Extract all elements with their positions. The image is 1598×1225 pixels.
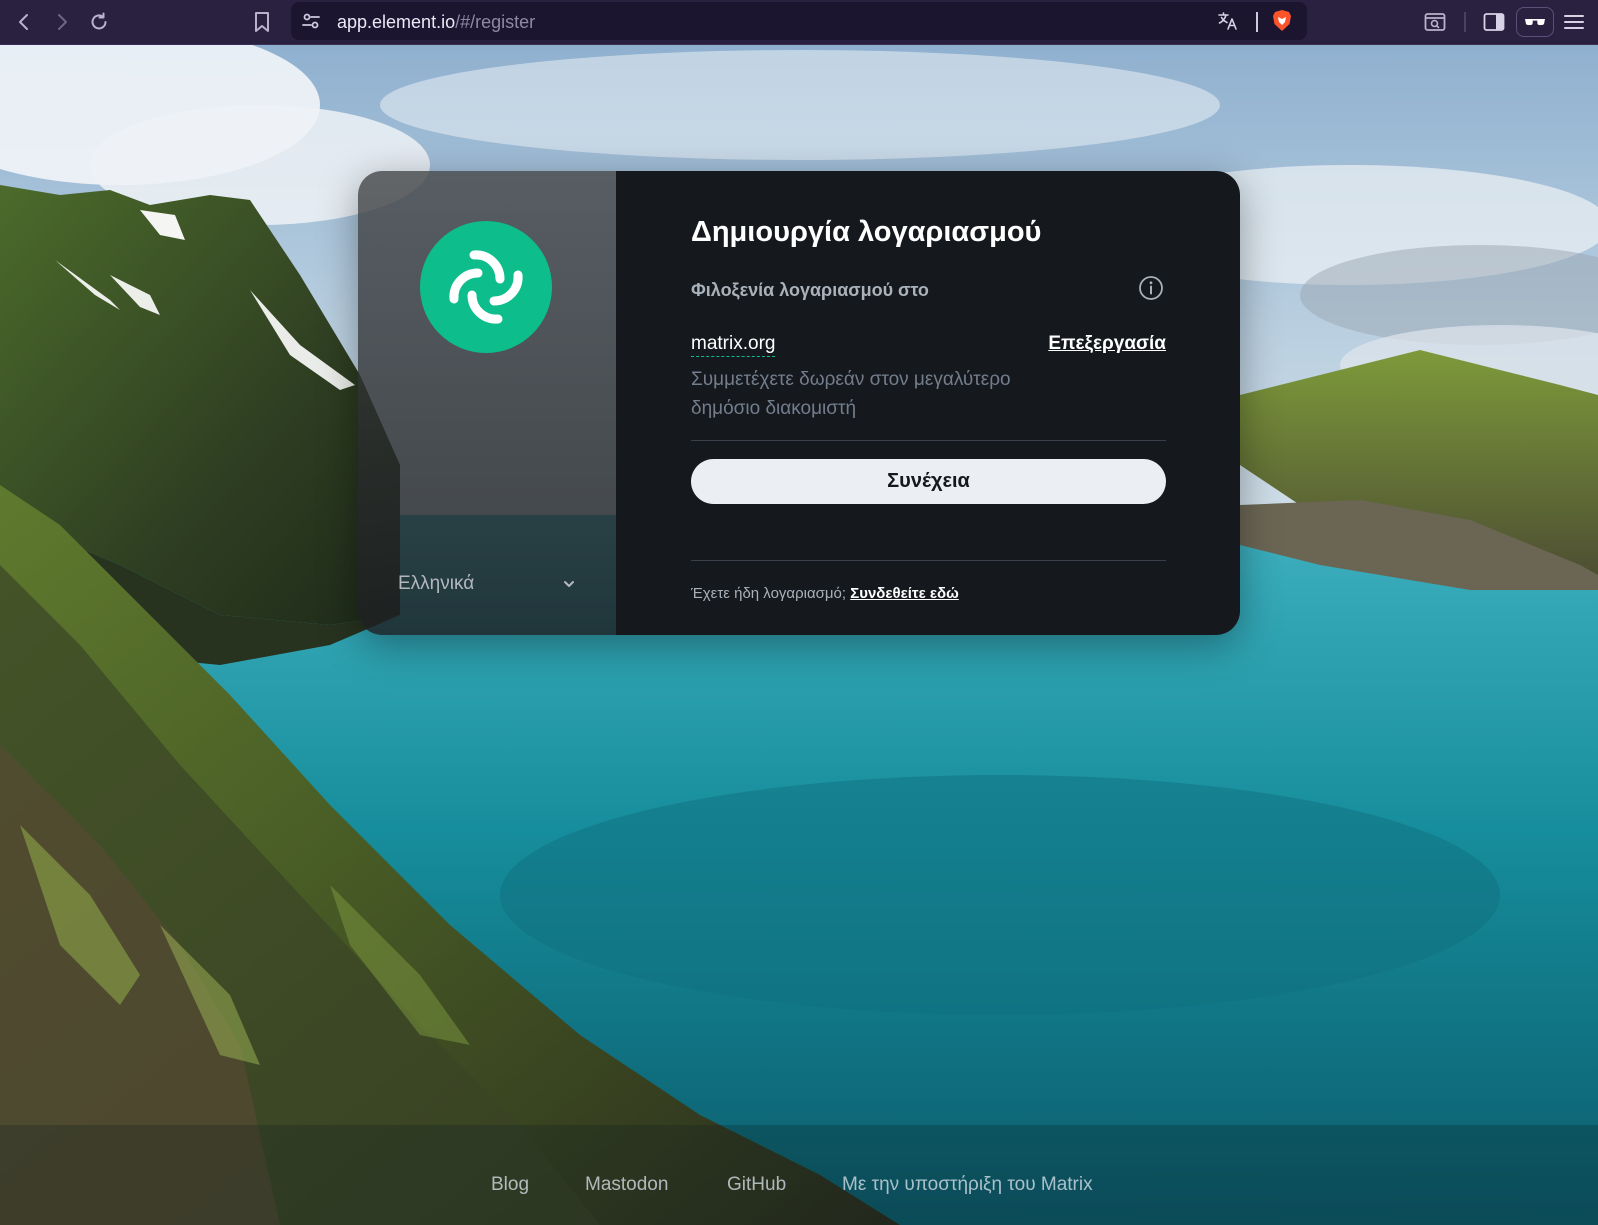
signin-row: Έχετε ήδη λογαριασμό; Συνδεθείτε εδώ bbox=[691, 585, 959, 602]
bookmark-icon bbox=[255, 12, 269, 32]
glasses-icon bbox=[1525, 19, 1545, 26]
footer-link-blog[interactable]: Blog bbox=[491, 1174, 529, 1196]
dialog-form-panel: Δημιουργία λογαριασμού Φιλοξενία λογαρια… bbox=[616, 171, 1240, 635]
translate-icon bbox=[1218, 12, 1237, 30]
register-dialog: Ελληνικά Δημιουργία λογαριασμού Φιλοξενί… bbox=[358, 171, 1240, 635]
language-select[interactable]: Ελληνικά bbox=[398, 569, 576, 599]
brave-shield-icon bbox=[1273, 10, 1291, 31]
chevron-right-icon bbox=[58, 14, 67, 30]
edit-server-link[interactable]: Επεξεργασία bbox=[1048, 333, 1166, 355]
dialog-title: Δημιουργία λογαριασμού bbox=[691, 216, 1042, 248]
site-settings-button[interactable] bbox=[297, 7, 325, 35]
footer-link-github[interactable]: GitHub bbox=[727, 1174, 786, 1196]
menu-icon bbox=[1564, 15, 1584, 29]
reload-icon bbox=[91, 12, 107, 30]
back-button[interactable] bbox=[10, 8, 38, 36]
brave-shields-button[interactable] bbox=[1268, 7, 1296, 35]
footer-links: Blog Mastodon GitHub Με την υποστήριξη τ… bbox=[0, 1174, 1598, 1204]
signin-prompt: Έχετε ήδη λογαριασμό; bbox=[691, 585, 847, 602]
address-bar[interactable]: app.element.io/#/register bbox=[291, 2, 1307, 40]
reload-button[interactable] bbox=[85, 8, 113, 36]
toolbar-separator bbox=[1464, 12, 1466, 32]
footer-link-matrix[interactable]: Με την υποστήριξη του Matrix bbox=[842, 1174, 1093, 1196]
reader-mode-button[interactable] bbox=[1516, 7, 1554, 37]
language-label: Ελληνικά bbox=[398, 573, 475, 594]
element-logo bbox=[420, 221, 552, 353]
divider bbox=[691, 440, 1166, 441]
url-path: /#/register bbox=[455, 12, 536, 32]
menu-button[interactable] bbox=[1560, 8, 1588, 36]
url-host: app.element.io bbox=[337, 12, 456, 32]
dialog-brand-panel: Ελληνικά bbox=[358, 171, 616, 635]
divider bbox=[691, 560, 1166, 561]
search-tab-button[interactable] bbox=[1421, 8, 1449, 36]
server-description: Συμμετέχετε δωρεάν στον μεγαλύτερο δημόσ… bbox=[691, 369, 1011, 419]
chevron-down-icon bbox=[564, 581, 574, 587]
signin-link[interactable]: Συνδεθείτε εδώ bbox=[850, 585, 959, 602]
host-label: Φιλοξενία λογαριασμού στο bbox=[691, 280, 929, 300]
forward-button[interactable] bbox=[48, 8, 76, 36]
sidebar-icon bbox=[1483, 13, 1505, 31]
info-icon[interactable] bbox=[1138, 275, 1164, 301]
translate-button[interactable] bbox=[1214, 7, 1242, 35]
url-text[interactable]: app.element.io/#/register bbox=[337, 12, 535, 33]
search-tab-icon bbox=[1424, 13, 1446, 31]
browser-toolbar: app.element.io/#/register bbox=[0, 0, 1598, 45]
footer-link-mastodon[interactable]: Mastodon bbox=[585, 1174, 668, 1196]
continue-button[interactable]: Συνέχεια bbox=[691, 459, 1166, 504]
bookmark-button[interactable] bbox=[248, 8, 276, 36]
server-name: matrix.org bbox=[691, 333, 776, 357]
tune-icon bbox=[302, 13, 320, 29]
chevron-left-icon bbox=[19, 14, 28, 30]
sidebar-button[interactable] bbox=[1480, 8, 1508, 36]
url-separator bbox=[1256, 12, 1258, 32]
